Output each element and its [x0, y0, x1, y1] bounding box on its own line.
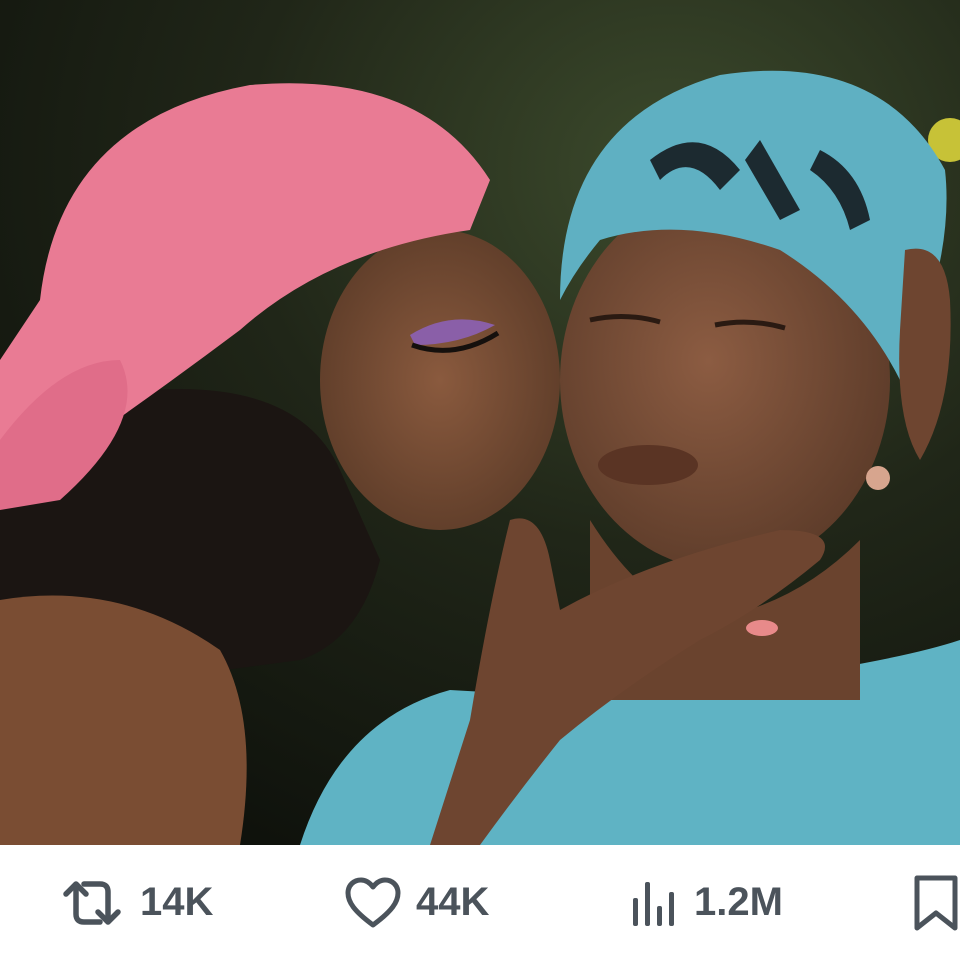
like-button[interactable]: 44K: [344, 845, 489, 960]
retweet-button[interactable]: 14K: [58, 845, 213, 960]
like-count: 44K: [416, 880, 490, 924]
heart-icon: [345, 877, 401, 927]
views-button[interactable]: 1.2M: [630, 845, 783, 960]
tweet-photo[interactable]: [0, 0, 960, 845]
tweet-card: 14K 44K 1.2M: [0, 0, 960, 960]
retweet-icon: [63, 880, 121, 925]
photo-illustration: [0, 0, 960, 845]
retweet-count: 14K: [140, 880, 214, 924]
tweet-action-bar: 14K 44K 1.2M: [0, 845, 960, 960]
bookmark-button[interactable]: [912, 845, 960, 960]
bookmark-icon: [914, 875, 958, 930]
views-bar-chart-icon: [633, 881, 674, 926]
views-count: 1.2M: [694, 880, 783, 924]
